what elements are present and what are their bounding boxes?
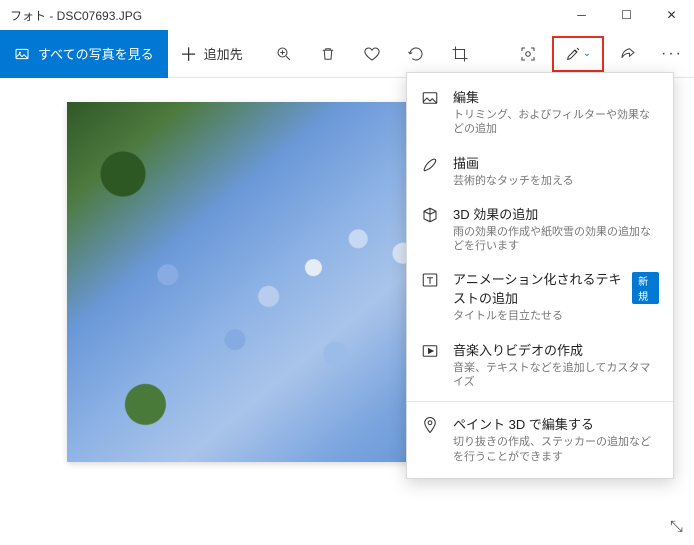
plus-icon: ＋ (180, 41, 198, 67)
maximize-button[interactable]: ☐ (604, 0, 649, 30)
share-button[interactable] (606, 30, 650, 78)
edit-menu: 編集トリミング、およびフィルターや効果などの追加 描画芸術的なタッチを加える 3… (406, 72, 674, 479)
menu-title: ペイント 3D で編集する (453, 414, 594, 433)
menu-title: アニメーション化されるテキストの追加 (453, 269, 626, 307)
resize-handle[interactable]: ⤢ (667, 520, 685, 533)
menu-title: 編集 (453, 87, 479, 106)
new-badge: 新規 (632, 272, 659, 304)
menu-desc: 切り抜きの作成、ステッカーの追加などを行うことができます (453, 435, 659, 464)
menu-desc: 雨の効果の作成や紙吹雪の効果の追加などを行います (453, 225, 659, 254)
menu-title: 音楽入りビデオの作成 (453, 340, 583, 359)
text-icon (421, 271, 441, 294)
scan-icon (519, 45, 537, 63)
menu-title: 3D 効果の追加 (453, 204, 538, 223)
more-button[interactable]: ··· (650, 30, 694, 78)
delete-button[interactable] (306, 30, 350, 78)
photo-icon (14, 46, 30, 62)
edit-icon (565, 46, 581, 62)
menu-desc: 音楽、テキストなどを追加してカスタマイズ (453, 361, 659, 390)
menu-item-music-video[interactable]: 音楽入りビデオの作成音楽、テキストなどを追加してカスタマイズ (407, 332, 673, 398)
window-controls: ─ ☐ ✕ (559, 0, 694, 30)
rotate-icon (407, 45, 425, 63)
search-button[interactable] (506, 30, 550, 78)
video-icon (421, 342, 441, 365)
cube-icon (421, 206, 441, 229)
favorite-button[interactable] (350, 30, 394, 78)
rotate-button[interactable] (394, 30, 438, 78)
ellipsis-icon: ··· (661, 45, 683, 63)
see-all-photos-button[interactable]: すべての写真を見る (0, 30, 168, 78)
location-icon (421, 416, 441, 439)
close-button[interactable]: ✕ (649, 0, 694, 30)
menu-desc: トリミング、およびフィルターや効果などの追加 (453, 108, 659, 137)
crop-button[interactable] (438, 30, 482, 78)
menu-desc: 芸術的なタッチを加える (453, 174, 659, 188)
image-edit-icon (421, 89, 441, 112)
add-to-label: 追加先 (204, 44, 243, 63)
add-to-button[interactable]: ＋ 追加先 (168, 41, 255, 67)
menu-item-draw[interactable]: 描画芸術的なタッチを加える (407, 145, 673, 196)
menu-item-paint3d[interactable]: ペイント 3D で編集する切り抜きの作成、ステッカーの追加などを行うことができま… (407, 406, 673, 472)
crop-icon (451, 45, 469, 63)
trash-icon (319, 45, 337, 63)
magnifier-icon (275, 45, 293, 63)
see-all-label: すべての写真を見る (38, 44, 154, 63)
menu-title: 描画 (453, 153, 479, 172)
minimize-button[interactable]: ─ (559, 0, 604, 30)
edit-creative-button[interactable]: ⌄ (552, 36, 604, 72)
pen-icon (421, 155, 441, 178)
toolbar: すべての写真を見る ＋ 追加先 ⌄ ··· (0, 30, 694, 78)
chevron-down-icon: ⌄ (583, 48, 591, 59)
heart-icon (363, 45, 381, 63)
menu-desc: タイトルを目立たせる (453, 309, 659, 323)
menu-item-edit[interactable]: 編集トリミング、およびフィルターや効果などの追加 (407, 79, 673, 145)
window-title: フォト - DSC07693.JPG (10, 7, 142, 24)
zoom-button[interactable] (262, 30, 306, 78)
menu-separator (407, 401, 673, 402)
share-icon (619, 45, 637, 63)
menu-item-animated-text[interactable]: アニメーション化されるテキストの追加新規タイトルを目立たせる (407, 261, 673, 331)
menu-item-3d-effects[interactable]: 3D 効果の追加雨の効果の作成や紙吹雪の効果の追加などを行います (407, 196, 673, 262)
